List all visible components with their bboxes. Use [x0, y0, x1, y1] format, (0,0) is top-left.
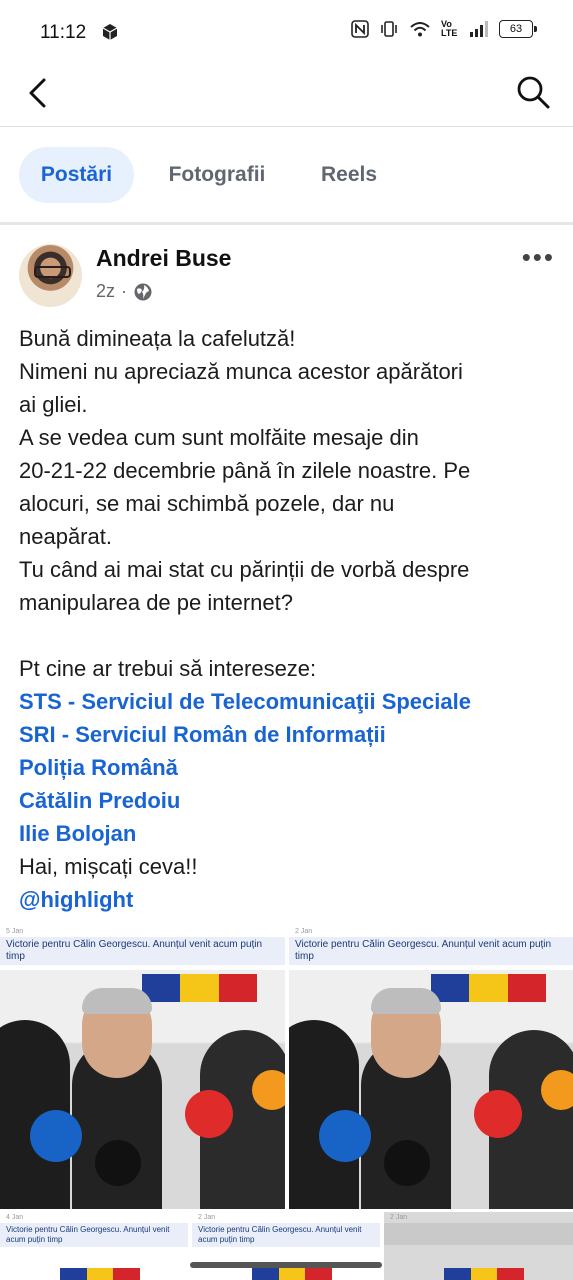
image-date: 4 Jan — [6, 1214, 24, 1221]
tag-predoiu[interactable]: Cătălin Predoiu — [19, 784, 559, 817]
microphone — [95, 1140, 141, 1186]
avatar-glasses — [34, 266, 71, 278]
image-date: 5 Jan — [6, 928, 24, 935]
globe-icon — [134, 283, 152, 300]
flag-graphic — [444, 1268, 524, 1280]
gallery-image-5[interactable]: 2 Jan — [384, 1212, 573, 1280]
more-options-button[interactable]: ••• — [522, 244, 555, 270]
status-bar: 11:12 Vo LTE 63 — [0, 0, 573, 64]
avatar[interactable] — [19, 244, 82, 307]
flag-graphic — [60, 1268, 140, 1280]
post-time[interactable]: 2z — [96, 281, 115, 302]
tag-sts[interactable]: STS - Serviciul de Telecomunicaţii Speci… — [19, 685, 559, 718]
post-header: Andrei Buse 2z · ••• — [0, 225, 573, 320]
post-line: Tu când ai mai stat cu părinții de vorbă… — [19, 557, 470, 582]
post-line: Bună dimineața la cafelutză! — [19, 326, 296, 351]
speaker-hair — [371, 988, 441, 1014]
battery-level: 63 — [509, 23, 523, 35]
gallery-image-4[interactable]: 2 Jan Victorie pentru Călin Georgescu. A… — [192, 1212, 380, 1280]
post-closing: Hai, mișcați ceva!! — [19, 854, 198, 879]
flag-graphic — [431, 974, 546, 1002]
back-arrow-icon[interactable] — [22, 76, 56, 110]
image-date: 2 Jan — [390, 1214, 408, 1221]
microphone — [252, 1070, 285, 1110]
image-caption: Victorie pentru Călin Georgescu. Anunțul… — [192, 1223, 380, 1247]
post-line: alocuri, se mai schimbă pozele, dar nu — [19, 491, 395, 516]
vibrate-icon — [381, 21, 397, 37]
microphone — [319, 1110, 371, 1162]
post-line: A se vedea cum sunt molfăite mesaje din — [19, 425, 419, 450]
mention-highlight[interactable]: @highlight — [19, 883, 559, 916]
home-indicator[interactable] — [190, 1262, 382, 1268]
image-caption — [384, 1223, 573, 1245]
signal-icon — [470, 21, 488, 37]
author-name[interactable]: Andrei Buse — [96, 245, 231, 272]
volte-label: Vo LTE — [441, 19, 458, 38]
microphone — [185, 1090, 233, 1138]
tag-sri[interactable]: SRI - Serviciul Român de Informații — [19, 718, 559, 751]
post-meta: 2z · — [96, 281, 153, 302]
post-line: 20-21-22 decembrie până în zilele noastr… — [19, 458, 471, 483]
post-body: Bună dimineața la cafelutză! Nimeni nu a… — [19, 322, 559, 916]
microphone — [474, 1090, 522, 1138]
image-date: 2 Jan — [198, 1214, 216, 1221]
profile-tabs: Postări Fotografii Reels — [0, 127, 573, 222]
tag-politia[interactable]: Poliția Română — [19, 751, 559, 784]
post-line: neapărat. — [19, 524, 112, 549]
meta-separator: · — [121, 281, 128, 301]
press-photo — [289, 970, 573, 1209]
app-cube-icon — [102, 24, 118, 40]
image-caption: Victorie pentru Călin Georgescu. Anunțul… — [0, 937, 285, 965]
post-line: Nimeni nu apreciază munca acestor apărăt… — [19, 359, 463, 384]
gallery-image-2[interactable]: 2 Jan Victorie pentru Călin Georgescu. A… — [289, 926, 573, 1209]
post-line: ai gliei. — [19, 392, 88, 417]
tab-postari[interactable]: Postări — [19, 147, 134, 203]
microphone — [541, 1070, 573, 1110]
post-line: manipularea de pe internet? — [19, 590, 293, 615]
post-photo-gallery: 5 Jan Victorie pentru Călin Georgescu. A… — [0, 926, 573, 1280]
gallery-image-1[interactable]: 5 Jan Victorie pentru Călin Georgescu. A… — [0, 926, 285, 1209]
wifi-icon — [410, 22, 430, 37]
press-photo — [0, 970, 285, 1209]
image-caption: Victorie pentru Călin Georgescu. Anunțul… — [289, 937, 573, 965]
nfc-icon — [351, 20, 369, 38]
speaker-hair — [82, 988, 152, 1014]
microphone — [30, 1110, 82, 1162]
status-time: 11:12 — [40, 22, 87, 43]
tag-bolojan[interactable]: Ilie Bolojan — [19, 817, 559, 850]
tab-reels[interactable]: Reels — [303, 147, 395, 203]
flag-graphic — [142, 974, 257, 1002]
post-intro: Pt cine ar trebui să intereseze: — [19, 656, 317, 681]
tab-fotografii[interactable]: Fotografii — [152, 147, 282, 203]
image-caption: Victorie pentru Călin Georgescu. Anunțul… — [0, 1223, 188, 1247]
image-date: 2 Jan — [295, 928, 313, 935]
microphone — [384, 1140, 430, 1186]
status-icons: Vo LTE 63 — [351, 19, 537, 38]
search-icon[interactable] — [515, 74, 551, 110]
gallery-image-3[interactable]: 4 Jan Victorie pentru Călin Georgescu. A… — [0, 1212, 188, 1280]
top-navbar — [0, 64, 573, 127]
flag-graphic — [252, 1268, 332, 1280]
battery-icon: 63 — [499, 20, 537, 38]
